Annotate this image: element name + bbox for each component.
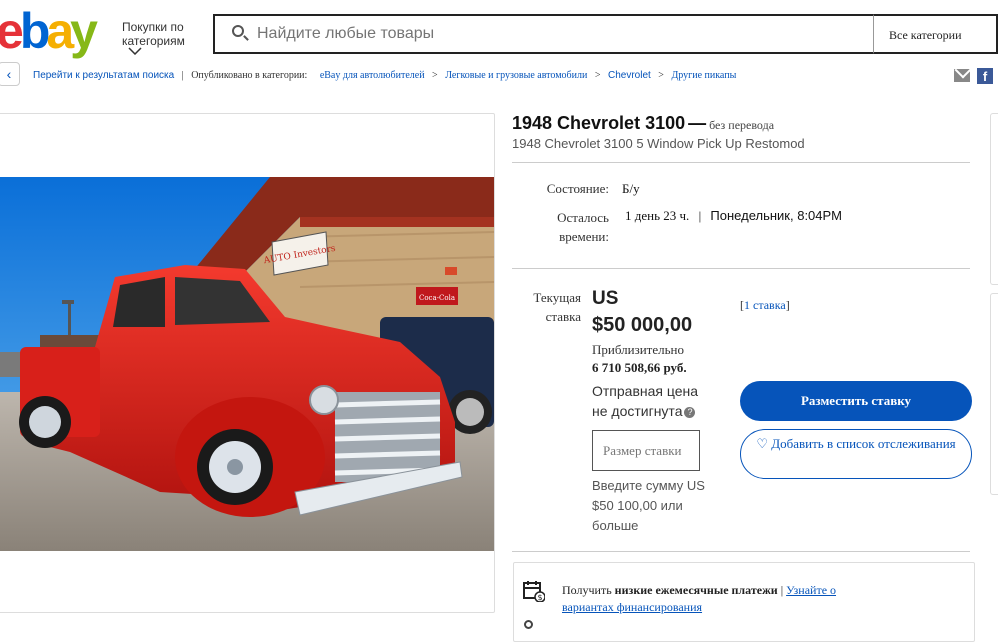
bids-count: [1 ставка] <box>740 298 790 312</box>
published-in-label: Опубликовано в категории: <box>191 70 308 81</box>
title-dash: — <box>688 113 707 133</box>
finance-sep: | <box>780 583 784 597</box>
logo-letter-y: y <box>70 3 98 59</box>
ebay-logo[interactable]: ebay <box>0 3 98 59</box>
chevron-left-icon: ‹ <box>6 66 12 82</box>
side-panel-edge <box>990 113 998 285</box>
time-left-duration: 1 день 23 ч. <box>625 208 690 223</box>
add-to-watchlist-button[interactable]: ♡ Добавить в список отслеживания <box>740 429 972 479</box>
current-bid-label: Текущая ставка <box>533 290 581 324</box>
breadcrumb-item-ebay-motors[interactable]: eBay для автолюбителей <box>320 70 425 81</box>
heart-icon: ♡ <box>756 436 768 451</box>
condition-label: Состояние: <box>546 181 609 196</box>
category-select[interactable]: Все категории <box>873 14 998 54</box>
divider <box>512 551 970 552</box>
breadcrumb-item-chevrolet[interactable]: Chevrolet <box>608 70 651 81</box>
divider <box>512 268 970 269</box>
breadcrumb-item-other-pickups[interactable]: Другие пикапы <box>671 70 736 81</box>
divider <box>512 162 970 163</box>
main-listing-photo[interactable]: AUTO Investors Coca-Cola <box>0 177 494 551</box>
time-left-value: 1 день 23 ч. | Понедельник, 8:04PM <box>625 208 842 224</box>
time-separator: | <box>698 208 702 223</box>
reserve-status: Отправная цена не достигнута? <box>592 381 712 421</box>
time-left-label: Осталось времени: <box>557 210 609 244</box>
shop-by-category-label: Покупки по категориям <box>122 20 185 48</box>
facebook-icon[interactable]: f <box>977 68 993 84</box>
breadcrumb: Перейти к результатам поиска | Опубликов… <box>33 70 736 81</box>
help-icon[interactable]: ? <box>684 406 696 418</box>
breadcrumb-item-cars-trucks[interactable]: Легковые и грузовые автомобили <box>445 70 587 81</box>
logo-letter-e: e <box>0 3 24 59</box>
logo-letter-b: b <box>19 3 50 59</box>
reserve-not-met-text: Отправная цена не достигнута <box>592 383 699 419</box>
bids-count-link[interactable]: 1 ставка <box>744 298 786 312</box>
condition-value: Б/у <box>622 181 640 196</box>
photo-coca-cola-text: Coca-Cola <box>419 294 455 302</box>
breadcrumb-separator: > <box>658 70 664 81</box>
current-price: $50 000,00 <box>592 314 693 336</box>
search-input[interactable] <box>255 24 859 44</box>
logo-letter-a: a <box>46 3 74 59</box>
back-to-results-link[interactable]: Перейти к результатам поиска <box>33 70 174 81</box>
info-icon <box>524 620 533 629</box>
bid-hint: Введите сумму US $50 100,00 или больше <box>592 478 705 533</box>
no-translation-label[interactable]: без перевода <box>709 118 774 132</box>
listing-title: 1948 Chevrolet 3100— без перевода <box>512 113 774 134</box>
approx-price-rub: 6 710 508,66 руб. <box>592 360 687 375</box>
svg-text:$: $ <box>537 593 542 602</box>
calendar-dollar-icon: $ <box>523 580 546 603</box>
finance-pre: Получить <box>562 583 612 597</box>
side-panel-edge <box>990 293 998 495</box>
breadcrumb-separator: > <box>432 70 438 81</box>
search-icon <box>232 25 244 37</box>
bid-amount-input[interactable] <box>592 430 700 471</box>
watchlist-label: Добавить в список отслеживания <box>771 436 956 451</box>
shop-by-category-button[interactable]: Покупки по категориям <box>122 20 194 56</box>
back-button[interactable]: ‹ <box>0 62 20 86</box>
approx-label: Приблизительно <box>592 342 684 357</box>
mail-icon[interactable] <box>954 69 970 82</box>
financing-text: Получить низкие ежемесячные платежи | Уз… <box>562 582 882 616</box>
breadcrumb-divider: | <box>181 70 184 81</box>
finance-bold: низкие ежемесячные платежи <box>614 583 778 597</box>
listing-title-text: 1948 Chevrolet 3100 <box>512 113 686 133</box>
breadcrumb-separator: > <box>594 70 601 81</box>
chevron-down-icon <box>128 46 142 60</box>
end-time: Понедельник, 8:04PM <box>710 208 843 223</box>
place-bid-button[interactable]: Разместить ставку <box>740 381 972 421</box>
price-currency: US <box>592 288 619 309</box>
listing-subtitle: 1948 Chevrolet 3100 5 Window Pick Up Res… <box>512 136 805 151</box>
